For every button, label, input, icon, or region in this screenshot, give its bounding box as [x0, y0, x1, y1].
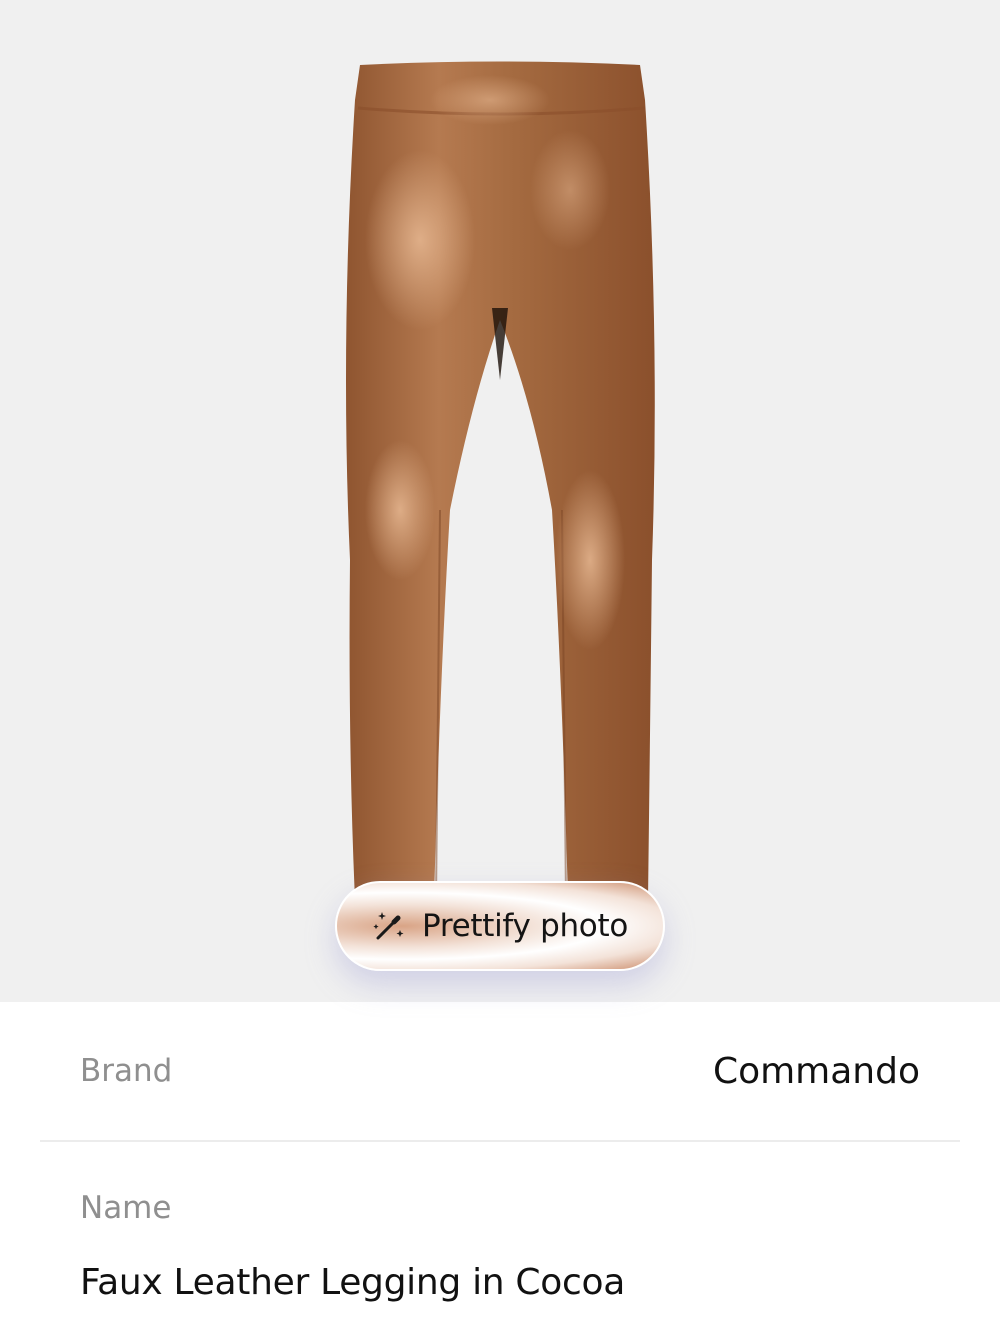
product-details: Brand Commando Name Faux Leather Legging… [40, 1002, 960, 1303]
leggings-image [346, 61, 655, 901]
magic-wand-icon [373, 912, 404, 940]
name-value[interactable]: Faux Leather Legging in Cocoa [80, 1262, 920, 1303]
product-photo: Prettify photo [0, 0, 1000, 1002]
brand-label: Brand [80, 1053, 173, 1089]
name-row[interactable]: Name Faux Leather Legging in Cocoa [40, 1142, 960, 1303]
brand-value[interactable]: Commando [713, 1051, 920, 1092]
prettify-photo-button[interactable]: Prettify photo [335, 881, 665, 971]
name-label: Name [80, 1190, 172, 1226]
brand-row[interactable]: Brand Commando [40, 1002, 960, 1142]
prettify-photo-label: Prettify photo [422, 908, 628, 944]
